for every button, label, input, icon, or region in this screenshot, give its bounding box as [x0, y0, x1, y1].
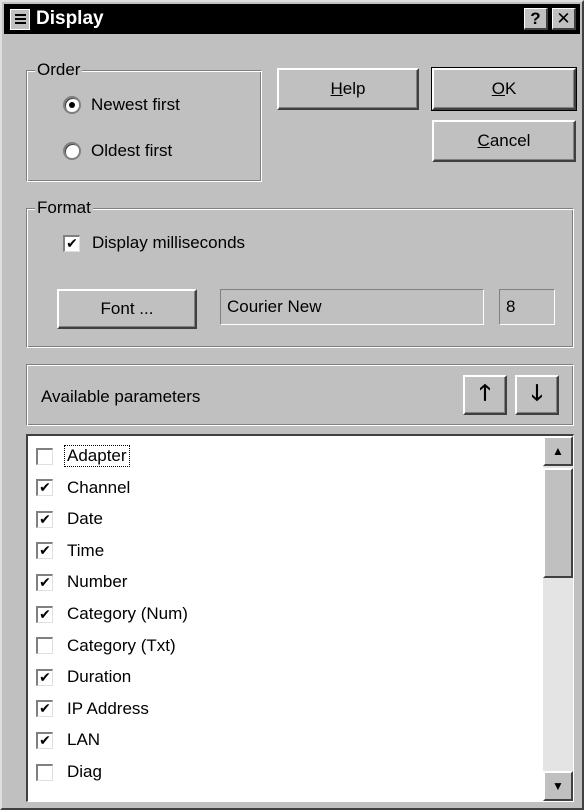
checkbox-icon[interactable]: ✔ [36, 605, 53, 623]
parameter-list-item[interactable]: ✔ LAN [36, 726, 102, 754]
ok-button[interactable]: OK [431, 67, 577, 111]
help-button-label: Help [330, 79, 366, 98]
parameter-label: Date [67, 509, 103, 529]
help-button[interactable]: Help [277, 68, 419, 110]
scroll-thumb[interactable] [543, 468, 573, 578]
check-mark-icon: ✔ [39, 542, 51, 559]
checkbox-icon[interactable] [36, 447, 53, 465]
order-legend: Order [35, 60, 83, 80]
cancel-button[interactable]: Cancel [432, 120, 576, 162]
check-mark-icon: ✔ [39, 605, 51, 622]
parameter-list-item[interactable]: Category (Txt) [36, 632, 178, 660]
display-dialog: Display ? ✕ Order Newest first Oldest fi… [0, 0, 584, 810]
parameter-label: Adapter [64, 445, 130, 467]
check-mark-icon: ✔ [39, 510, 51, 527]
parameter-list-item[interactable]: Adapter [36, 442, 130, 470]
font-button[interactable]: Font ... [57, 289, 197, 329]
parameters-header-panel: Available parameters 🡑 🡓 [26, 364, 574, 426]
check-mark-icon: ✔ [39, 479, 51, 496]
scroll-down-button[interactable]: ▼ [543, 771, 573, 801]
move-up-button[interactable]: 🡑 [463, 375, 507, 415]
check-mark-icon: ✔ [39, 731, 51, 748]
checkbox-icon[interactable]: ✔ [36, 510, 53, 528]
checkbox-icon[interactable]: ✔ [36, 573, 53, 591]
window-title: Display [36, 8, 104, 29]
check-mark-icon: ✔ [39, 700, 51, 717]
font-button-label: Font ... [100, 299, 154, 318]
ok-button-label: OK [491, 79, 517, 98]
checkbox-icon[interactable]: ✔ [36, 542, 53, 560]
checkbox-icon[interactable] [36, 637, 53, 655]
parameter-label: Time [67, 540, 105, 560]
radio-label: Newest first [91, 95, 180, 114]
checkbox-icon[interactable]: ✔ [36, 668, 53, 686]
radio-oldest-first[interactable]: Oldest first [63, 141, 172, 161]
radio-label: Oldest first [91, 141, 173, 160]
available-parameters-label: Available parameters [41, 387, 201, 406]
vertical-scrollbar[interactable]: ▲ ▼ [543, 436, 573, 801]
checkbox-icon[interactable]: ✔ [36, 731, 53, 749]
parameter-label: IP Address [67, 698, 149, 718]
parameter-list-item[interactable]: ✔ Number [36, 568, 129, 596]
display-milliseconds-label: Display milliseconds [92, 233, 246, 252]
font-size-field: 8 [499, 289, 555, 325]
arrow-up-icon: 🡑 [479, 380, 491, 405]
display-milliseconds-checkbox[interactable]: ✔ Display milliseconds [63, 233, 245, 253]
cancel-button-label: Cancel [477, 131, 531, 150]
scroll-up-icon: ▲ [552, 444, 564, 458]
move-down-button[interactable]: 🡓 [515, 375, 559, 415]
check-mark-icon: ✔ [66, 234, 78, 251]
close-button[interactable]: ✕ [552, 8, 576, 30]
order-group: Order Newest first Oldest first [26, 60, 262, 182]
checkbox-icon[interactable]: ✔ [63, 234, 80, 252]
radio-button-icon[interactable] [63, 96, 81, 114]
parameter-label: Number [67, 572, 128, 592]
parameter-label: Category (Num) [67, 604, 188, 623]
parameter-label: Category (Txt) [67, 635, 176, 655]
parameter-list-item[interactable]: ✔ Channel [36, 474, 132, 502]
font-size-value: 8 [506, 297, 516, 316]
close-icon: ✕ [556, 8, 571, 28]
font-name-value: Courier New [227, 297, 322, 316]
parameter-label: LAN [67, 730, 101, 750]
format-legend: Format [35, 198, 93, 218]
parameters-listbox[interactable]: ▲ ▼ Adapter ✔ Channel ✔ Date ✔ Time ✔ Number ✔ Cat… [26, 434, 574, 802]
parameter-list-item[interactable]: ✔ IP Address [36, 695, 151, 723]
checkbox-icon[interactable] [36, 763, 53, 781]
scroll-down-icon: ▼ [552, 779, 564, 793]
parameter-label: Diag [67, 762, 102, 781]
checkbox-icon[interactable]: ✔ [36, 479, 53, 497]
question-mark-icon: ? [530, 8, 541, 28]
parameter-list-item[interactable]: ✔ Time [36, 537, 106, 565]
check-mark-icon: ✔ [39, 573, 51, 590]
parameter-list-item[interactable]: ✔ Duration [36, 663, 133, 691]
parameter-label: Duration [67, 667, 132, 687]
format-group: Format ✔ Display milliseconds Font ... C… [26, 198, 574, 348]
check-mark-icon: ✔ [39, 668, 51, 685]
parameter-list-item[interactable]: Diag [36, 758, 104, 786]
radio-button-icon[interactable] [63, 142, 81, 160]
context-help-button[interactable]: ? [524, 8, 548, 30]
arrow-down-icon: 🡓 [531, 380, 543, 405]
window-menu-icon[interactable] [10, 9, 30, 30]
title-bar[interactable]: Display ? ✕ [4, 4, 580, 34]
scroll-up-button[interactable]: ▲ [543, 436, 573, 466]
radio-newest-first[interactable]: Newest first [63, 95, 180, 115]
parameter-label: Channel [67, 477, 131, 497]
parameter-list-item[interactable]: ✔ Date [36, 505, 105, 533]
checkbox-icon[interactable]: ✔ [36, 700, 53, 718]
font-name-field: Courier New [220, 289, 484, 325]
parameter-list-item[interactable]: ✔ Category (Num) [36, 600, 190, 628]
